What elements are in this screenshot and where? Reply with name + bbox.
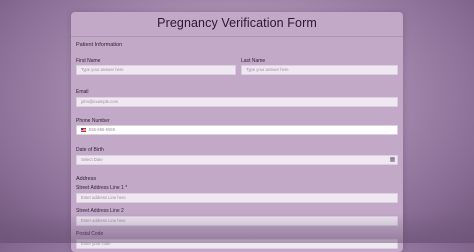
title-divider [71,36,403,37]
address-section-heading: Address [76,176,97,182]
email-label: Email [76,89,89,95]
first-name-input[interactable]: Type your answer here [76,65,236,75]
postal-label: Postal Code [76,231,104,237]
patient-section-heading: Patient Information [76,42,123,48]
phone-label: Phone Number [76,118,110,124]
form-title: Pregnancy Verification Form [157,16,317,30]
street1-input[interactable]: Enter address Line here [76,193,398,203]
form-card: Pregnancy Verification Form Patient Info… [71,12,403,252]
phone-input[interactable]: 555-555-5555 [76,125,398,135]
phone-placeholder: 555-555-5555 [89,127,116,132]
calendar-icon[interactable]: ▦ [389,157,396,164]
last-name-input[interactable]: Type your answer here [241,65,398,75]
street2-label: Street Address Line 2 [76,208,124,214]
email-input[interactable]: john@example.com [76,97,398,107]
last-name-label: Last Name [241,58,266,64]
dob-input[interactable]: Select Date ▦ [76,155,398,165]
street2-input[interactable]: Enter address Line here [76,216,398,226]
dob-label: Date of Birth [76,147,104,153]
first-name-label: First Name [76,58,101,64]
dob-placeholder: Select Date [81,157,103,162]
us-flag-icon[interactable] [81,128,86,132]
postal-input[interactable]: Enter your code [76,239,398,249]
street1-label: Street Address Line 1 * [76,185,128,191]
